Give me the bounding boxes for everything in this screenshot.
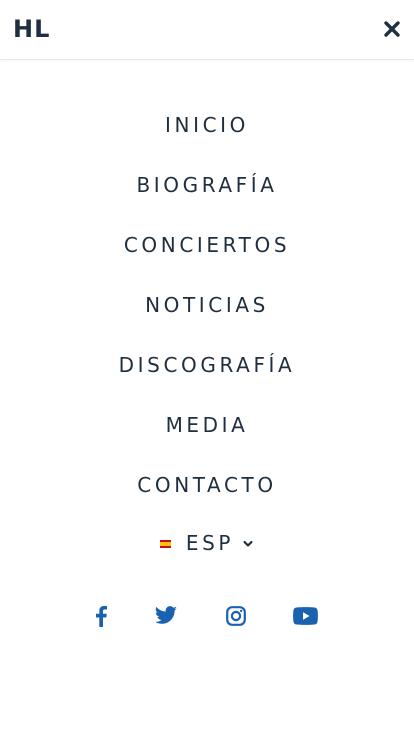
language-label: ESP [185, 531, 235, 555]
menu-item-conciertos[interactable]: CONCIERTOS [0, 215, 414, 275]
menu-item-noticias[interactable]: NOTICIAS [0, 275, 414, 335]
menu-item-biografia[interactable]: BIOGRAFÍA [0, 155, 414, 215]
menu-item-contacto[interactable]: CONTACTO [0, 455, 414, 515]
language-selector[interactable]: ESP [0, 528, 414, 558]
menu-item-media[interactable]: MEDIA [0, 395, 414, 455]
youtube-icon [292, 607, 318, 625]
facebook-icon [96, 605, 107, 627]
top-bar: HL [0, 0, 414, 60]
facebook-link[interactable] [88, 603, 114, 629]
youtube-link[interactable] [292, 603, 318, 629]
menu-item-discografia[interactable]: DISCOGRAFÍA [0, 335, 414, 395]
chevron-down-icon [243, 540, 253, 547]
twitter-link[interactable] [153, 603, 179, 629]
close-menu-button[interactable] [382, 19, 402, 39]
site-logo[interactable]: HL [13, 13, 50, 45]
menu-item-inicio[interactable]: INICIO [0, 95, 414, 155]
twitter-icon [154, 606, 177, 624]
instagram-icon [226, 606, 246, 626]
instagram-link[interactable] [223, 603, 249, 629]
close-icon [384, 21, 400, 37]
spain-flag-icon [159, 539, 171, 548]
social-links [0, 600, 414, 630]
main-menu: INICIO BIOGRAFÍA CONCIERTOS NOTICIAS DIS… [0, 95, 414, 515]
